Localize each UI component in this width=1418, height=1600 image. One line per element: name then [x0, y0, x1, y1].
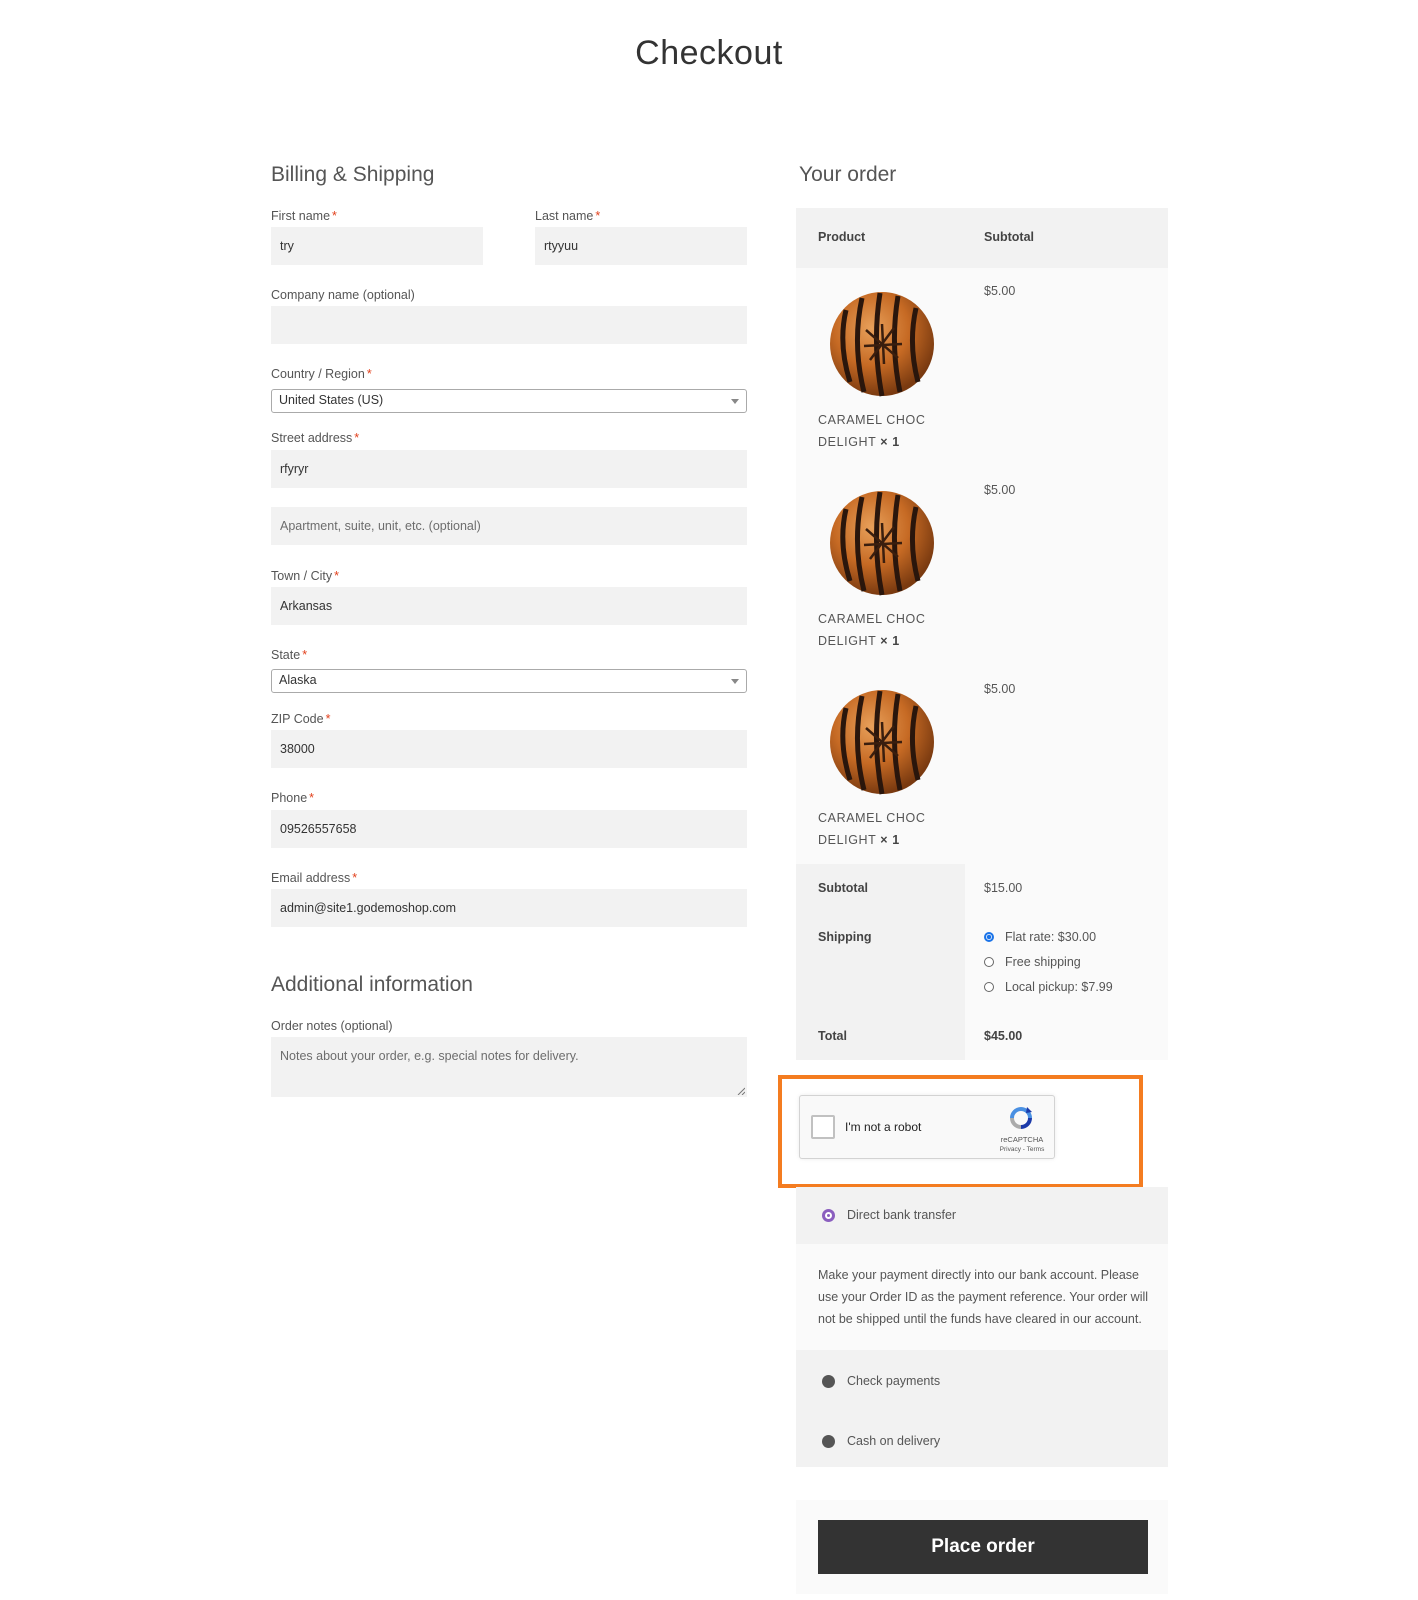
company-input[interactable] [271, 306, 747, 344]
product-name: CARAMEL CHOC DELIGHT × 1 [818, 413, 926, 449]
total-value: $45.00 [984, 1029, 1023, 1043]
state-select[interactable]: Alaska [271, 669, 747, 693]
city-input[interactable] [271, 587, 747, 625]
shipping-label: Shipping [818, 930, 872, 944]
order-notes-textarea[interactable] [271, 1037, 747, 1097]
billing-section-title: Billing & Shipping [271, 163, 435, 186]
city-label: Town / City * [271, 569, 340, 583]
recaptcha-links[interactable]: Privacy - Terms [996, 1146, 1048, 1153]
payment-radio-bank[interactable] [822, 1209, 835, 1222]
resize-grip-icon[interactable] [737, 1087, 745, 1095]
recaptcha-widget: I'm not a robot reCAPTCHA Privacy - Term… [799, 1095, 1055, 1159]
state-select-value: Alaska [279, 673, 317, 687]
payment-radio-check[interactable] [822, 1375, 835, 1388]
country-label: Country / Region * [271, 367, 372, 381]
subtotal-label: Subtotal [818, 881, 868, 895]
page-title: Checkout [635, 34, 783, 72]
product-image [830, 690, 934, 795]
product-image [830, 292, 934, 397]
total-label: Total [818, 1029, 847, 1043]
shipping-radio-flat-rate[interactable] [984, 932, 994, 942]
apartment-input[interactable] [271, 507, 747, 545]
shipping-option-label[interactable]: Local pickup: $7.99 [1005, 980, 1113, 994]
country-select[interactable]: United States (US) [271, 389, 747, 413]
phone-label: Phone * [271, 791, 315, 805]
product-subtotal: $5.00 [984, 483, 1016, 497]
recaptcha-logo-icon [1010, 1107, 1032, 1129]
shipping-option-label[interactable]: Free shipping [1005, 955, 1081, 969]
payment-method-label: Direct bank transfer [847, 1208, 957, 1222]
order-section-title: Your order [799, 163, 897, 186]
product-name: CARAMEL CHOC DELIGHT × 1 [818, 811, 926, 847]
zip-input[interactable] [271, 730, 747, 768]
shipping-radio-free[interactable] [984, 957, 994, 967]
payment-method-label[interactable]: Check payments [847, 1374, 940, 1388]
payment-method-bank[interactable]: Direct bank transfer [796, 1187, 1168, 1244]
shipping-radio-local-pickup[interactable] [984, 982, 994, 992]
first-name-input[interactable] [271, 227, 483, 265]
recaptcha-label: I'm not a robot [845, 1120, 922, 1134]
additional-section-title: Additional information [271, 973, 473, 996]
email-label: Email address * [271, 871, 358, 885]
order-notes-label: Order notes (optional) [271, 1019, 393, 1033]
product-name: CARAMEL CHOC DELIGHT × 1 [818, 612, 926, 648]
subtotal-value: $15.00 [984, 881, 1023, 895]
subtotal-column-header: Subtotal [984, 230, 1034, 244]
recaptcha-checkbox[interactable] [811, 1115, 835, 1139]
payment-radio-cod[interactable] [822, 1435, 835, 1448]
shipping-option-label[interactable]: Flat rate: $30.00 [1005, 930, 1096, 944]
place-order-area: Place order [796, 1500, 1168, 1594]
product-subtotal: $5.00 [984, 284, 1016, 298]
email-input[interactable] [271, 889, 747, 927]
country-select-value: United States (US) [279, 393, 384, 407]
phone-input[interactable] [271, 810, 747, 848]
chevron-down-icon [731, 679, 739, 684]
place-order-button[interactable]: Place order [818, 1520, 1148, 1574]
payment-description-box: Make your payment directly into our bank… [796, 1244, 1168, 1350]
state-label: State * [271, 648, 308, 662]
order-notes-wrapper [271, 1037, 747, 1097]
product-column-header: Product [818, 230, 866, 244]
product-image [830, 491, 934, 596]
chevron-down-icon [731, 399, 739, 404]
product-subtotal: $5.00 [984, 682, 1016, 696]
company-label: Company name (optional) [271, 288, 415, 302]
payment-method-label[interactable]: Cash on delivery [847, 1434, 940, 1448]
recaptcha-brand: reCAPTCHA [1000, 1135, 1044, 1144]
bank-transfer-description: Make your payment directly into our bank… [818, 1268, 1149, 1326]
last-name-label: Last name * [535, 209, 601, 223]
street-input[interactable] [271, 450, 747, 488]
first-name-label: First name * [271, 209, 337, 223]
street-label: Street address * [271, 431, 360, 445]
last-name-input[interactable] [535, 227, 747, 265]
zip-label: ZIP Code * [271, 712, 331, 726]
payment-methods-other: Check payments Cash on delivery [796, 1350, 1168, 1467]
